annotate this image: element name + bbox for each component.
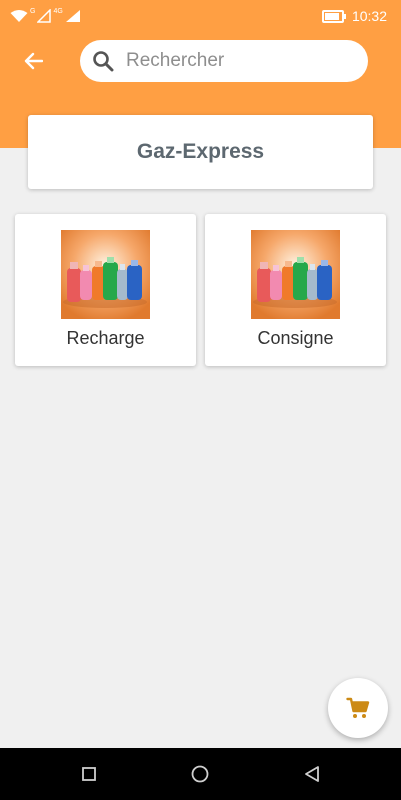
network-type-2: 4G bbox=[53, 7, 63, 15]
arrow-left-icon bbox=[24, 52, 43, 70]
gas-cylinders-image bbox=[251, 230, 340, 319]
back-triangle-icon bbox=[305, 766, 319, 782]
cart-button[interactable] bbox=[328, 678, 388, 738]
home-button[interactable] bbox=[188, 762, 212, 786]
search-bar[interactable] bbox=[80, 40, 368, 82]
home-icon bbox=[191, 765, 209, 783]
battery-icon bbox=[321, 9, 346, 23]
network-type-1: G bbox=[30, 7, 36, 15]
signal-icon bbox=[65, 10, 80, 22]
status-time: 10:32 bbox=[351, 8, 387, 24]
status-bar: G 4G 10:32 bbox=[0, 0, 401, 34]
store-title-card: Gaz-Express bbox=[28, 115, 373, 189]
status-right: 10:32 bbox=[321, 6, 387, 26]
gas-cylinders-image bbox=[61, 230, 150, 319]
search-icon bbox=[93, 51, 114, 72]
recent-apps-icon bbox=[82, 767, 96, 781]
back-button[interactable] bbox=[18, 46, 48, 76]
system-navigation-bar bbox=[0, 748, 401, 800]
category-card-consigne[interactable]: Consigne bbox=[205, 214, 386, 366]
search-input[interactable] bbox=[124, 49, 348, 73]
cart-icon bbox=[346, 697, 370, 718]
recent-apps-button[interactable] bbox=[77, 762, 101, 786]
category-label: Consigne bbox=[257, 328, 334, 348]
category-card-recharge[interactable]: Recharge bbox=[15, 214, 196, 366]
system-back-button[interactable] bbox=[300, 762, 324, 786]
store-title: Gaz-Express bbox=[136, 140, 265, 163]
category-label: Recharge bbox=[66, 328, 145, 348]
signal-icon bbox=[37, 9, 52, 23]
status-left: G 4G bbox=[10, 6, 81, 26]
wifi-icon bbox=[10, 10, 28, 22]
